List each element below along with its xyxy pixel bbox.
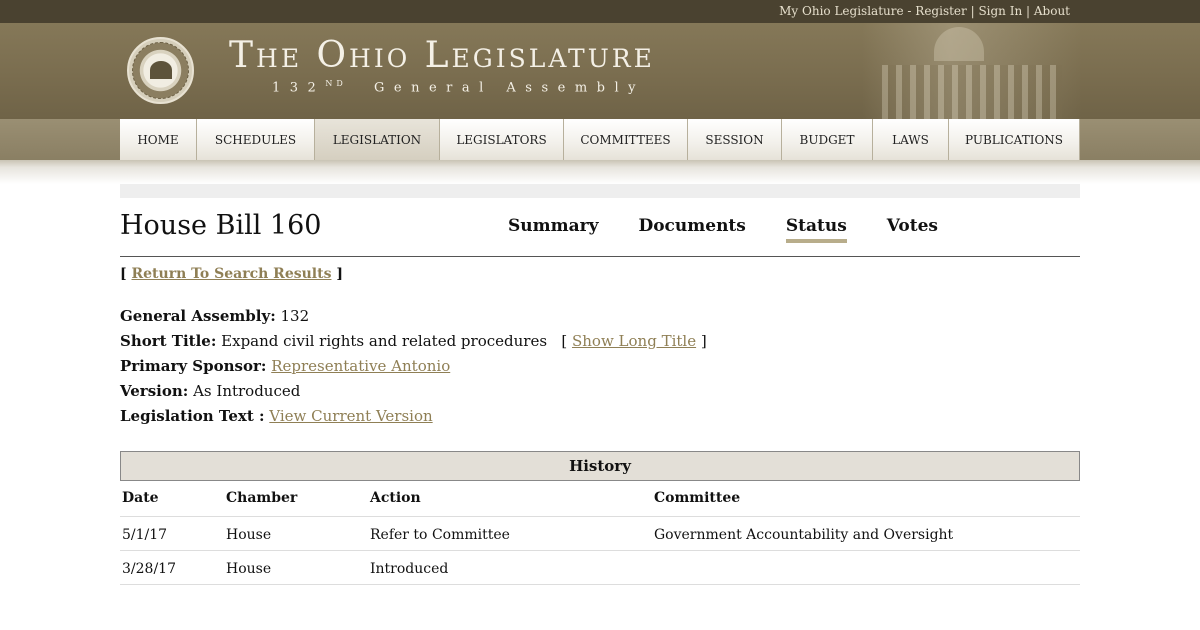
table-row: 5/1/17 House Refer to Committee Governme… (120, 517, 1080, 551)
legislation-text-field: Legislation Text : View Current Version (120, 406, 707, 431)
row-date: 5/1/17 (122, 527, 168, 543)
general-assembly-field: General Assembly: 132 (120, 306, 707, 331)
row-action: Introduced (370, 561, 449, 577)
sign-in-link[interactable]: Sign In (978, 4, 1022, 18)
short-title-value: Expand civil rights and related procedur… (221, 332, 548, 350)
my-ohio-legislature-link[interactable]: My Ohio Legislature (779, 4, 903, 18)
bill-tabs: Summary Documents Status Votes (508, 216, 978, 243)
nav-item-laws[interactable]: Laws (873, 119, 949, 160)
show-long-title-link[interactable]: Show Long Title (572, 332, 696, 350)
view-current-version-link[interactable]: View Current Version (269, 407, 432, 425)
dash-separator: - (903, 4, 916, 18)
bracket-open: [ (120, 266, 132, 282)
return-to-search-link[interactable]: Return To Search Results (132, 266, 332, 282)
about-link[interactable]: About (1034, 4, 1070, 18)
return-to-search: [ Return To Search Results ] (120, 266, 343, 282)
general-assembly-value: 132 (280, 307, 310, 325)
bracket-close: ] (331, 266, 343, 282)
short-title-field: Short Title: Expand civil rights and rel… (120, 331, 707, 356)
capitol-columns (882, 65, 1062, 119)
site-subtitle: 132ND General Assembly (272, 79, 645, 95)
column-header-committee: Committee (654, 490, 741, 506)
nav-item-legislation[interactable]: Legislation (315, 119, 440, 160)
tab-documents[interactable]: Documents (638, 216, 745, 243)
tab-status[interactable]: Status (785, 216, 847, 243)
assembly-number: 132 (272, 80, 326, 96)
assembly-number-suffix: ND (325, 79, 347, 88)
bill-title: House Bill 160 (120, 210, 322, 241)
bill-details: General Assembly: 132 Short Title: Expan… (120, 306, 707, 431)
primary-sponsor-label: Primary Sponsor: (120, 357, 267, 375)
capitol-dome (934, 27, 984, 61)
main-navigation: Home Schedules Legislation Legislators Commi… (120, 119, 1080, 160)
column-header-date: Date (122, 490, 159, 506)
nav-item-budget[interactable]: Budget (782, 119, 873, 160)
row-action: Refer to Committee (370, 527, 510, 543)
nav-item-session[interactable]: Session (688, 119, 782, 160)
site-banner: The Ohio Legislature 132ND General Assem… (0, 23, 1200, 119)
legislation-text-label: Legislation Text : (120, 407, 265, 425)
history-header-row: Date Chamber Action Committee (120, 481, 1080, 517)
nav-item-legislators[interactable]: Legislators (440, 119, 564, 160)
top-utility-bar: My Ohio Legislature - Register | Sign In… (0, 0, 1200, 23)
capitol-building-image (862, 23, 1082, 119)
assembly-label: General Assembly (374, 80, 645, 96)
version-field: Version: As Introduced (120, 381, 707, 406)
table-row: 3/28/17 House Introduced (120, 551, 1080, 585)
primary-sponsor-link[interactable]: Representative Antonio (271, 357, 450, 375)
grey-strip (120, 184, 1080, 198)
tab-votes[interactable]: Votes (887, 216, 938, 243)
nav-item-home[interactable]: Home (120, 119, 197, 160)
utility-links: My Ohio Legislature - Register | Sign In… (779, 4, 1070, 18)
general-assembly-label: General Assembly: (120, 307, 276, 325)
separator: | (1022, 4, 1034, 18)
row-committee: Government Accountability and Oversight (654, 527, 954, 543)
column-header-action: Action (370, 490, 421, 506)
nav-item-schedules[interactable]: Schedules (197, 119, 315, 160)
short-title-label: Short Title: (120, 332, 217, 350)
version-label: Version: (120, 382, 189, 400)
primary-sponsor-field: Primary Sponsor: Representative Antonio (120, 356, 707, 381)
nav-item-publications[interactable]: Publications (949, 119, 1080, 160)
version-value: As Introduced (193, 382, 301, 400)
history-heading: History (120, 451, 1080, 481)
nav-shadow (0, 160, 1200, 184)
nav-item-committees[interactable]: Committees (564, 119, 688, 160)
separator: | (966, 4, 979, 18)
long-title-bracket-close: ] (700, 332, 707, 350)
tab-summary[interactable]: Summary (508, 216, 598, 243)
header-divider (120, 256, 1080, 257)
seal-emblem (150, 61, 172, 79)
row-chamber: House (226, 527, 272, 543)
history-table: History Date Chamber Action Committee 5/… (120, 451, 1080, 585)
row-chamber: House (226, 561, 272, 577)
row-date: 3/28/17 (122, 561, 176, 577)
long-title-bracket-open: [ (561, 332, 568, 350)
ohio-general-assembly-seal-icon[interactable] (127, 37, 194, 104)
column-header-chamber: Chamber (226, 490, 298, 506)
register-link[interactable]: Register (915, 4, 966, 18)
site-title[interactable]: The Ohio Legislature (229, 35, 655, 76)
